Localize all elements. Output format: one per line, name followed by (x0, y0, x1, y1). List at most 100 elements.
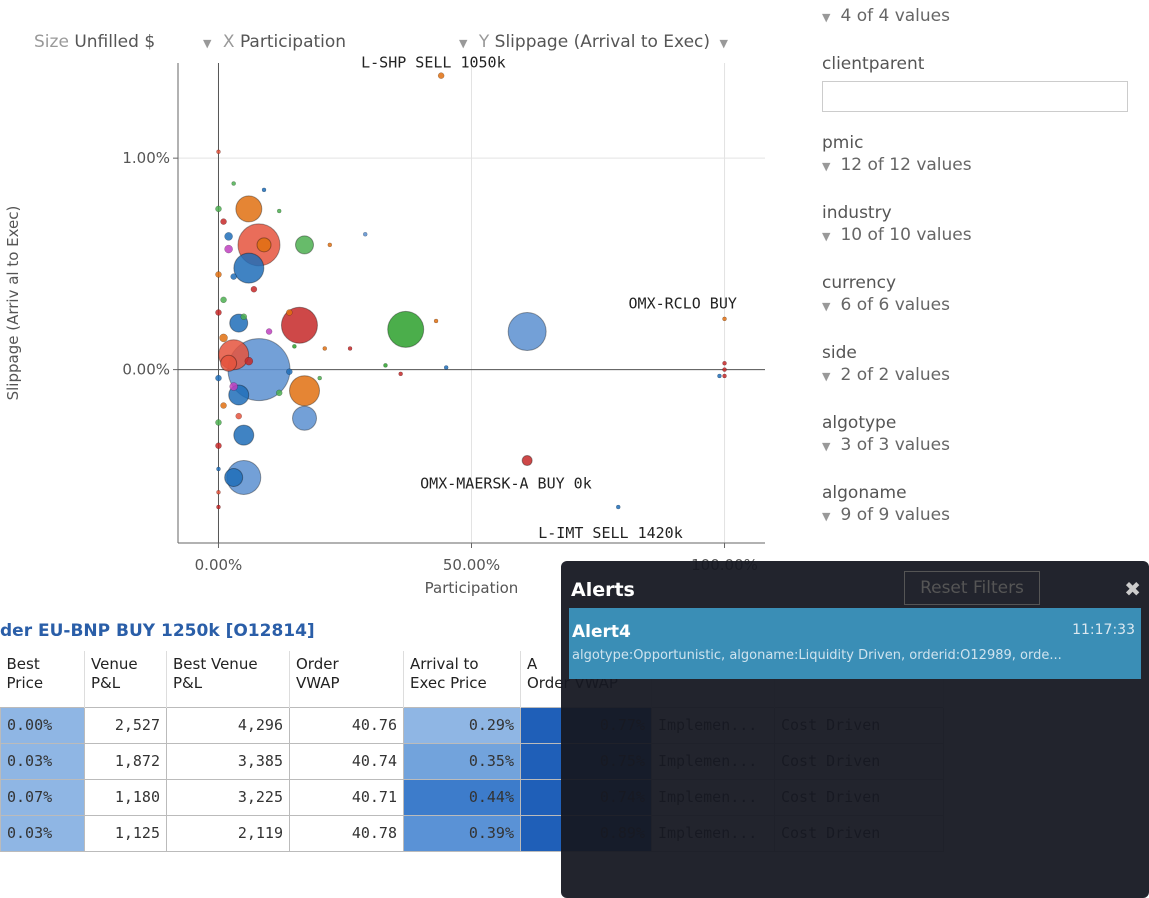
data-point[interactable] (443, 365, 449, 370)
data-point[interactable] (220, 218, 227, 225)
y-axis-selector[interactable]: ▼ Y Slippage (Arrival to Exec) ▼ (459, 32, 734, 52)
data-point[interactable] (286, 309, 293, 316)
x-axis-label: Participation (425, 579, 519, 597)
data-point[interactable] (216, 490, 221, 495)
data-point[interactable] (265, 328, 273, 335)
data-point[interactable] (437, 72, 445, 79)
column-header[interactable]: Order VWAP (289, 651, 404, 707)
column-header[interactable]: Best Price (0, 651, 85, 707)
data-point[interactable] (224, 467, 244, 487)
data-point[interactable] (289, 375, 321, 407)
data-point[interactable] (398, 371, 403, 377)
filter-name: side (822, 343, 857, 363)
chevron-down-icon: ▼ (822, 370, 831, 383)
reset-filters-button[interactable]: Reset Filters (904, 571, 1040, 605)
data-point[interactable] (616, 504, 621, 510)
data-point[interactable] (327, 242, 333, 248)
data-point[interactable] (224, 232, 233, 241)
column-header-text: VWAP (296, 674, 340, 692)
size-selector-value: Unfilled $ (74, 32, 156, 52)
data-point[interactable] (233, 252, 265, 284)
data-point[interactable] (230, 273, 237, 280)
table-cell: 0.29% (403, 706, 521, 744)
filter-value: 10 of 10 values (840, 225, 972, 245)
data-point[interactable] (276, 208, 282, 214)
close-icon[interactable]: ✖ (1124, 577, 1141, 601)
table-cell: 0.03% (0, 814, 85, 852)
data-point[interactable] (216, 149, 221, 155)
x-axis-selector[interactable]: ▼ X Participation (203, 32, 346, 52)
chevron-down-icon: ▼ (822, 11, 831, 24)
data-point[interactable] (224, 244, 233, 254)
data-point[interactable] (722, 367, 727, 372)
data-point[interactable] (216, 504, 221, 510)
filter-dropdown[interactable]: ▼ 3 of 3 values (822, 434, 1142, 456)
data-point[interactable] (240, 313, 248, 320)
data-point[interactable] (362, 232, 368, 237)
data-point[interactable] (722, 316, 727, 322)
column-header[interactable]: Best Venue P&L (166, 651, 290, 707)
data-point[interactable] (717, 373, 722, 379)
data-point[interactable] (220, 296, 227, 304)
data-point[interactable] (233, 424, 255, 446)
data-point[interactable] (261, 187, 267, 193)
chart-axes: 0.00%50.00%100.00%1.00%0.00%Participatio… (4, 63, 765, 597)
data-point[interactable] (317, 375, 322, 381)
table-cell: 1,180 (84, 778, 167, 816)
data-point[interactable] (215, 271, 222, 278)
data-point[interactable] (216, 466, 221, 472)
data-point[interactable] (292, 344, 297, 349)
filter-dropdown[interactable]: ▼ 4 of 4 values (822, 5, 1142, 27)
y-tick-label: 0.00% (122, 361, 170, 379)
chevron-down-icon: ▼ (203, 37, 212, 50)
scatter-chart[interactable]: 0.00%50.00%100.00%1.00%0.00%Participatio… (0, 55, 800, 615)
data-point[interactable] (347, 346, 353, 351)
table-cell: 3,225 (166, 778, 290, 816)
data-point[interactable] (275, 389, 283, 397)
data-point[interactable] (722, 373, 727, 379)
data-point[interactable] (231, 181, 236, 186)
data-point[interactable] (235, 412, 242, 420)
data-point[interactable] (387, 310, 425, 348)
filter-dropdown[interactable]: ▼ 10 of 10 values (822, 224, 1142, 246)
point-annotation: L-SHP SELL 1050k (361, 55, 506, 72)
order-title: der EU-BNP BUY 1250k [O12814] (0, 621, 315, 641)
data-point[interactable] (235, 195, 263, 223)
x-selector-key: X (222, 32, 235, 52)
filter-dropdown[interactable]: ▼ 2 of 2 values (822, 364, 1142, 386)
alert-description: algotype:Opportunistic, algoname:Liquidi… (572, 648, 1062, 663)
data-point[interactable] (507, 312, 547, 352)
alert-item[interactable]: Alert4 11:17:33 algotype:Opportunistic, … (569, 608, 1141, 679)
data-point[interactable] (215, 419, 222, 426)
filter-dropdown[interactable]: ▼ 12 of 12 values (822, 154, 1142, 176)
chevron-down-icon: ▼ (459, 37, 468, 50)
data-point[interactable] (215, 442, 222, 449)
column-header[interactable]: Venue P&L (84, 651, 167, 707)
size-selector[interactable]: Size Unfilled $ (34, 32, 155, 52)
data-point[interactable] (229, 382, 238, 391)
data-point[interactable] (286, 368, 293, 375)
data-point[interactable] (433, 318, 439, 324)
data-point[interactable] (215, 374, 222, 382)
filter-dropdown[interactable]: ▼ 6 of 6 values (822, 294, 1142, 316)
data-point[interactable] (220, 354, 238, 372)
column-header[interactable]: Arrival to Exec Price (403, 651, 521, 707)
data-point[interactable] (256, 237, 272, 253)
data-point[interactable] (250, 286, 258, 293)
data-point[interactable] (219, 333, 228, 343)
table-cell: 0.00% (0, 706, 85, 744)
data-point[interactable] (383, 363, 388, 368)
data-point[interactable] (292, 405, 318, 431)
data-point[interactable] (295, 235, 315, 255)
filter-dropdown[interactable]: ▼ 9 of 9 values (822, 504, 1142, 526)
chevron-down-icon: ▼ (822, 230, 831, 243)
data-point[interactable] (220, 402, 227, 409)
data-point[interactable] (722, 361, 727, 366)
filter-value: 9 of 9 values (840, 505, 950, 525)
data-point[interactable] (215, 309, 222, 316)
data-point[interactable] (521, 455, 533, 467)
data-point[interactable] (322, 346, 327, 351)
data-point[interactable] (215, 205, 222, 213)
filter-input[interactable] (822, 81, 1128, 112)
data-point[interactable] (244, 356, 254, 366)
